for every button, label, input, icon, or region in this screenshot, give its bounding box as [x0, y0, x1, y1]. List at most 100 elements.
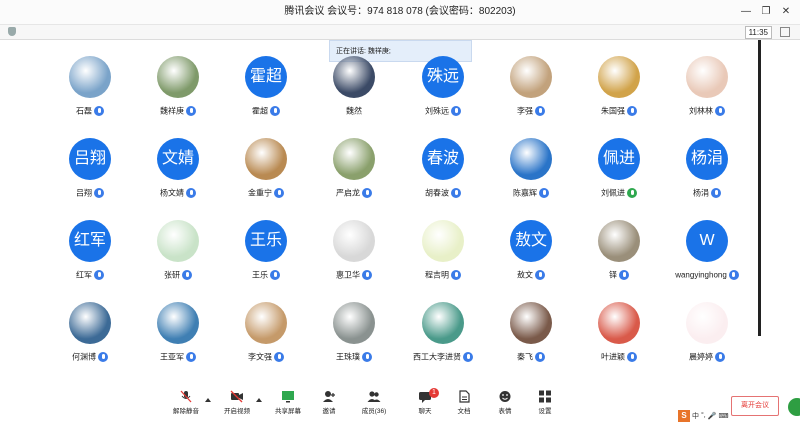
participant-name-row: 铎 [575, 266, 663, 280]
documents-button[interactable]: 文档 [444, 388, 484, 422]
chat-button[interactable]: 1 聊天 [405, 388, 445, 422]
participant-tile[interactable]: 秦飞 [487, 298, 575, 378]
avatar [245, 302, 287, 344]
participant-name-row: 霍超 [222, 102, 310, 116]
video-button[interactable]: 开启视频 [217, 388, 257, 422]
mic-icon [451, 105, 461, 116]
participant-tile[interactable]: 何渊博 [46, 298, 134, 378]
participant-tile[interactable]: 程吉明 [399, 216, 487, 296]
chevron-up-icon[interactable] [205, 398, 211, 402]
share-screen-button[interactable]: 共享屏幕 [268, 388, 308, 422]
close-icon[interactable]: ✕ [776, 0, 796, 24]
participant-tile[interactable]: 惠卫华 [310, 216, 398, 296]
participant-tile[interactable]: Wwangyinghong [663, 216, 751, 296]
participant-tile[interactable]: 吕翔 吕翔 [46, 134, 134, 214]
settings-button[interactable]: 设置 [525, 388, 565, 422]
participant-name-row: 王亚军 [134, 348, 222, 362]
chevron-up-icon[interactable] [256, 398, 262, 402]
participant-tile[interactable]: 王亚军 [134, 298, 222, 378]
participant-name-row: 刘殊远 [399, 102, 487, 116]
participant-name-row: 程吉明 [399, 266, 487, 280]
participant-tile[interactable]: 敖文 敖文 [487, 216, 575, 296]
participant-tile[interactable]: 王乐 王乐 [222, 216, 310, 296]
title-bar: 腾讯会议 会议号：974 818 078 (会议密码：802203) — ❐ ✕ [0, 0, 800, 25]
participant-name-row: 严启龙 [310, 184, 398, 198]
participant-tile[interactable]: 魏祥庚 [134, 52, 222, 132]
emoji-icon [499, 391, 511, 402]
participant-tile[interactable]: 西工大李进贤 [399, 298, 487, 378]
participant-name-row: 刘林林 [663, 102, 751, 116]
keyboard-icon[interactable]: ⌨ [718, 412, 728, 420]
minimize-icon[interactable]: — [736, 0, 756, 24]
avatar [245, 138, 287, 180]
participant-tile[interactable]: 佩进 刘佩进 [575, 134, 663, 214]
participant-name: 魏然 [346, 106, 362, 116]
mic-icon [535, 269, 545, 280]
avatar [510, 302, 552, 344]
participant-tile[interactable]: 严启龙 [310, 134, 398, 214]
mic-icon [535, 351, 545, 362]
participant-tile[interactable]: 殊远 刘殊远 [399, 52, 487, 132]
restore-icon[interactable]: ❐ [756, 0, 776, 24]
leave-meeting-button[interactable]: 离开会议 [731, 396, 779, 416]
avatar [686, 302, 728, 344]
ime-language[interactable]: 中 [692, 411, 699, 421]
share-label: 共享屏幕 [275, 408, 301, 415]
participant-name-row: 晨婷婷 [663, 348, 751, 362]
members-button[interactable]: 成员(36) [354, 388, 394, 422]
mic-icon [539, 187, 549, 198]
avatar: 敖文 [510, 220, 552, 262]
participant-tile[interactable]: 文婧 杨文婧 [134, 134, 222, 214]
ime-punct[interactable]: °, [701, 412, 706, 419]
avatar: 霍超 [245, 56, 287, 98]
participant-name-row: 叶进颖 [575, 348, 663, 362]
ime-logo-icon[interactable]: S [678, 409, 690, 422]
avatar [333, 138, 375, 180]
participant-tile[interactable]: 铎 [575, 216, 663, 296]
participant-tile[interactable]: 霍超 霍超 [222, 52, 310, 132]
fullscreen-icon[interactable] [780, 27, 790, 37]
participant-name: 金重宁 [248, 188, 272, 198]
mic-icon [270, 269, 280, 280]
mute-button[interactable]: 解除静音 [166, 388, 206, 422]
participant-tile[interactable]: 陈嘉辉 [487, 134, 575, 214]
participant-tile[interactable]: 石磊 [46, 52, 134, 132]
participant-name-row: 杨涓 [663, 184, 751, 198]
scrollbar[interactable] [758, 40, 761, 336]
participant-tile[interactable]: 杨涓 杨涓 [663, 134, 751, 214]
participant-tile[interactable]: 王珠璞 [310, 298, 398, 378]
participant-tile[interactable]: 红军 红军 [46, 216, 134, 296]
shield-icon[interactable] [8, 27, 16, 36]
participant-tile[interactable]: 晨婷婷 [663, 298, 751, 378]
avatar: 文婧 [157, 138, 199, 180]
participant-tile[interactable]: 魏然 [310, 52, 398, 132]
mic-icon [715, 105, 725, 116]
participant-tile[interactable]: 朱国强 [575, 52, 663, 132]
participant-tile[interactable]: 金重宁 [222, 134, 310, 214]
assistant-orb-icon[interactable] [788, 398, 800, 416]
mic-icon [619, 269, 629, 280]
emoji-button[interactable]: 表情 [485, 388, 525, 422]
participant-tile[interactable]: 刘林林 [663, 52, 751, 132]
mic-icon [627, 351, 637, 362]
mic-icon [186, 105, 196, 116]
participant-tile[interactable]: 李强 [487, 52, 575, 132]
window-title: 腾讯会议 会议号：974 818 078 (会议密码：802203) [284, 6, 516, 17]
microphone-icon[interactable]: 🎤 [708, 412, 717, 420]
avatar [69, 56, 111, 98]
participant-name: 朱国强 [601, 106, 625, 116]
mic-icon [274, 351, 284, 362]
participant-tile[interactable]: 叶进颖 [575, 298, 663, 378]
avatar [333, 302, 375, 344]
participant-name: 李强 [517, 106, 533, 116]
participant-tile[interactable]: 张研 [134, 216, 222, 296]
participant-name-row: 敖文 [487, 266, 575, 280]
users-icon [367, 391, 381, 402]
participant-tile[interactable]: 李文强 [222, 298, 310, 378]
mic-icon [711, 187, 721, 198]
participant-tile[interactable]: 春波 胡春波 [399, 134, 487, 214]
participant-name-row: 石磊 [46, 102, 134, 116]
invite-button[interactable]: 邀请 [309, 388, 349, 422]
mic-icon [94, 269, 104, 280]
mic-icon [535, 105, 545, 116]
